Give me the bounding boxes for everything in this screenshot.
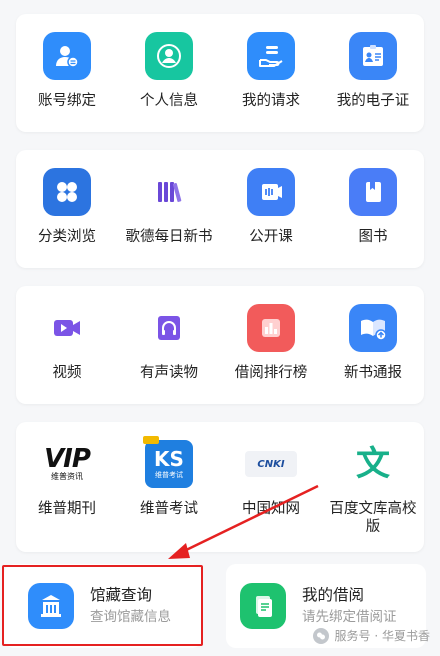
wenku-logo-text: 文 <box>356 444 390 484</box>
category-browse-button[interactable]: 分类浏览 <box>17 168 117 246</box>
vip-logo-sub: 维普资讯 <box>51 472 83 481</box>
video-button[interactable]: 视频 <box>17 304 117 382</box>
menu-label: 维普考试 <box>140 501 198 517</box>
menu-label: 中国知网 <box>242 501 300 517</box>
hand-request-icon <box>247 32 295 80</box>
ks-badge <box>143 436 159 444</box>
baidu-wenku-button[interactable]: 文 百度文库高校版 <box>323 440 423 536</box>
menu-label: 有声读物 <box>140 365 198 381</box>
new-book-icon <box>349 304 397 352</box>
cnki-button[interactable]: CNKI 中国知网 <box>221 440 321 536</box>
menu-label: 图书 <box>358 229 388 245</box>
highlight-box <box>2 565 203 646</box>
audiobook-icon <box>145 304 193 352</box>
books-icon <box>145 168 193 216</box>
personal-info-button[interactable]: 个人信息 <box>119 32 219 110</box>
books-button[interactable]: 图书 <box>323 168 423 246</box>
book-icon <box>349 168 397 216</box>
menu-label: 账号绑定 <box>38 93 96 109</box>
menu-label: 歌德每日新书 <box>125 229 213 245</box>
ks-logo-text: KS <box>154 447 184 471</box>
my-e-card-button[interactable]: 我的电子证 <box>323 32 423 110</box>
menu-card-account: 账号绑定 个人信息 我的请求 我的电子证 <box>16 14 424 132</box>
id-card-icon <box>349 32 397 80</box>
vip-exam-button[interactable]: KS 维普考试 维普考试 <box>119 436 219 536</box>
borrow-doc-icon <box>240 583 286 629</box>
category-icon <box>43 168 91 216</box>
cnki-logo-icon: CNKI <box>244 440 298 488</box>
menu-card-media: 视频 有声读物 借阅排行榜 新书通报 <box>16 286 424 404</box>
menu-label: 我的电子证 <box>336 93 410 109</box>
borrow-title: 我的借阅 <box>302 586 365 604</box>
borrow-subtitle: 请先绑定借阅证 <box>302 609 397 625</box>
account-bind-button[interactable]: 账号绑定 <box>17 32 117 110</box>
menu-label: 百度文库高校版 <box>329 501 417 535</box>
menu-card-databases: VIP 维普资讯 维普期刊 KS 维普考试 维普考试 CNKI 中国知网 文 百… <box>16 422 424 552</box>
vip-journals-button[interactable]: VIP 维普资讯 维普期刊 <box>17 440 117 536</box>
wechat-icon <box>312 627 329 644</box>
menu-label: 公开课 <box>249 229 293 245</box>
menu-label: 借阅排行榜 <box>234 365 308 381</box>
menu-card-reading: 分类浏览 歌德每日新书 公开课 图书 <box>16 150 424 268</box>
open-course-icon <box>247 168 295 216</box>
cnki-logo-text: CNKI <box>257 458 285 470</box>
audiobook-button[interactable]: 有声读物 <box>119 304 219 382</box>
goethe-new-books-button[interactable]: 歌德每日新书 <box>119 168 219 246</box>
menu-label: 视频 <box>52 365 82 381</box>
menu-label: 维普期刊 <box>38 501 96 517</box>
user-bind-icon <box>43 32 91 80</box>
new-book-notice-button[interactable]: 新书通报 <box>323 304 423 382</box>
my-request-button[interactable]: 我的请求 <box>221 32 321 110</box>
vip-logo-text: VIP <box>44 444 91 474</box>
menu-label: 新书通报 <box>344 365 402 381</box>
watermark-text: 服务号 · 华夏书香 <box>334 629 430 643</box>
menu-label: 分类浏览 <box>38 229 96 245</box>
profile-icon <box>145 32 193 80</box>
open-course-button[interactable]: 公开课 <box>221 168 321 246</box>
menu-label: 个人信息 <box>140 93 198 109</box>
baidu-wenku-icon: 文 <box>349 440 397 488</box>
ks-logo-icon: KS 维普考试 <box>143 436 193 488</box>
video-icon <box>43 304 91 352</box>
vip-logo-icon: VIP 维普资讯 <box>35 440 99 488</box>
borrow-ranking-button[interactable]: 借阅排行榜 <box>221 304 321 382</box>
watermark: 服务号 · 华夏书香 <box>312 627 430 644</box>
ranking-icon <box>247 304 295 352</box>
menu-label: 我的请求 <box>242 93 300 109</box>
ks-logo-sub: 维普考试 <box>155 471 183 479</box>
